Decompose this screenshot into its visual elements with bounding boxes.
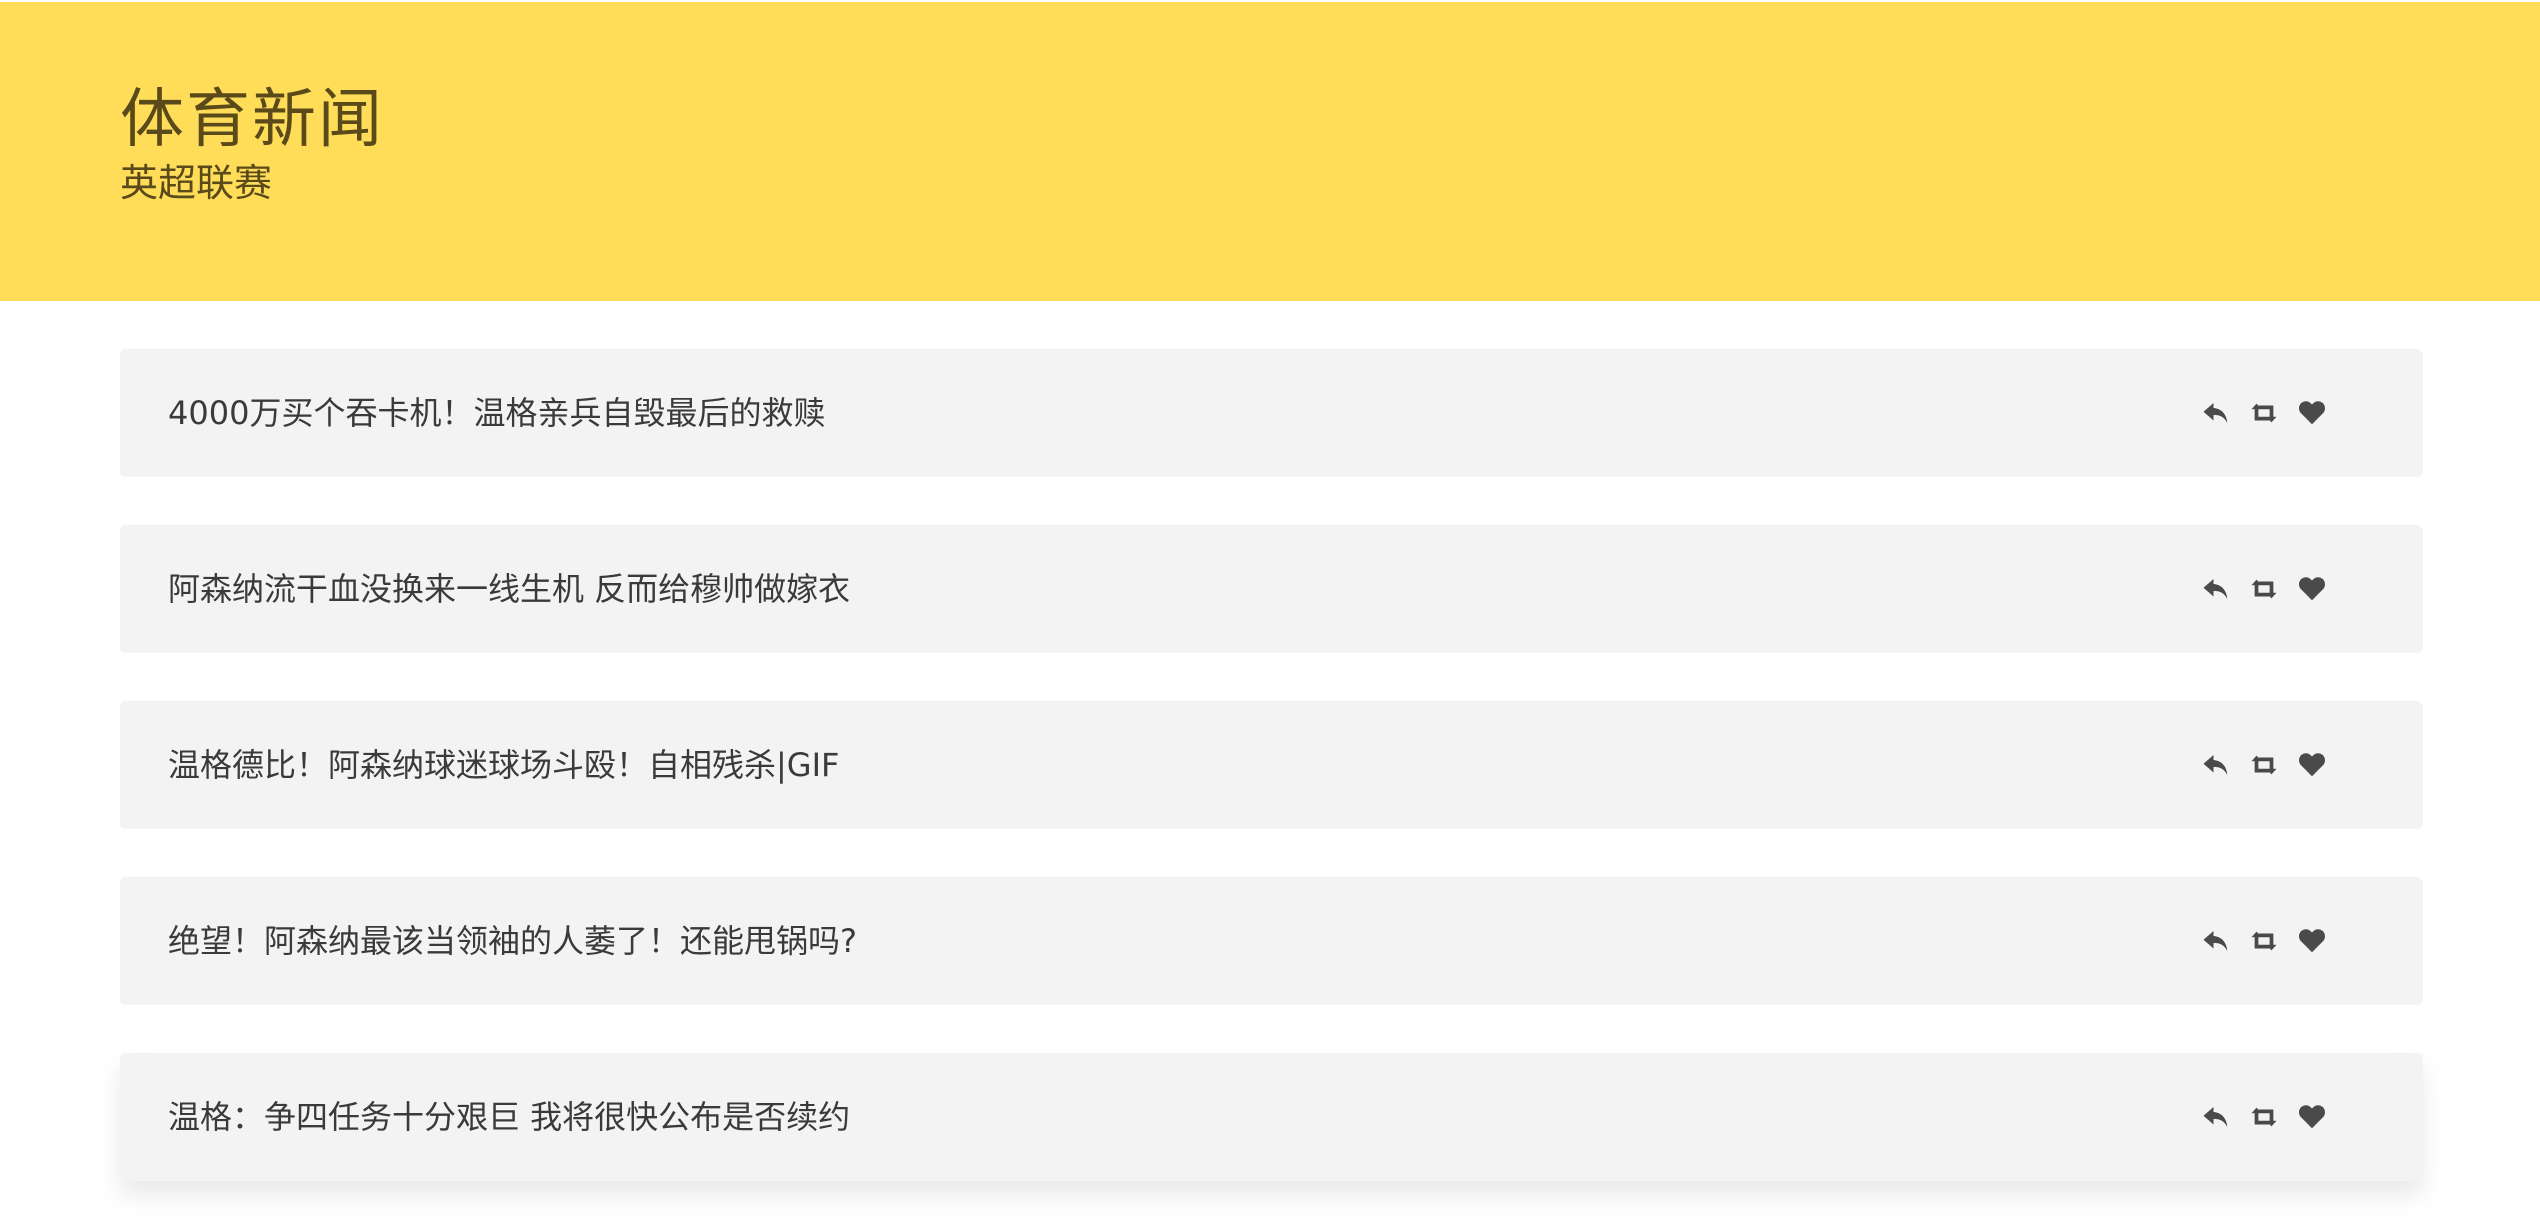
news-item[interactable]: 4000万买个吞卡机！温格亲兵自毁最后的救赎 [120, 349, 2423, 477]
heart-icon[interactable] [2297, 926, 2327, 956]
news-title[interactable]: 温格德比！阿森纳球迷球场斗殴！自相残杀|GIF [168, 701, 839, 829]
retweet-icon[interactable] [2249, 574, 2279, 604]
retweet-icon[interactable] [2249, 398, 2279, 428]
news-title[interactable]: 阿森纳流干血没换来一线生机 反而给穆帅做嫁衣 [168, 525, 850, 653]
retweet-icon[interactable] [2249, 926, 2279, 956]
heart-icon[interactable] [2297, 398, 2327, 428]
retweet-icon[interactable] [2249, 750, 2279, 780]
news-list: 4000万买个吞卡机！温格亲兵自毁最后的救赎 阿森纳流干血没换来一线生机 反而给… [120, 349, 2423, 1229]
news-actions [2201, 1053, 2327, 1181]
page-header: 体育新闻 英超联赛 [0, 2, 2540, 301]
reply-icon[interactable] [2201, 926, 2231, 956]
news-item[interactable]: 温格德比！阿森纳球迷球场斗殴！自相残杀|GIF [120, 701, 2423, 829]
news-item[interactable]: 绝望！阿森纳最该当领袖的人萎了！还能甩锅吗? [120, 877, 2423, 1005]
retweet-icon[interactable] [2249, 1102, 2279, 1132]
news-title[interactable]: 温格：争四任务十分艰巨 我将很快公布是否续约 [168, 1053, 850, 1181]
reply-icon[interactable] [2201, 398, 2231, 428]
news-item[interactable]: 阿森纳流干血没换来一线生机 反而给穆帅做嫁衣 [120, 525, 2423, 653]
news-title[interactable]: 绝望！阿森纳最该当领袖的人萎了！还能甩锅吗? [168, 877, 857, 1005]
news-actions [2201, 701, 2327, 829]
page-subtitle: 英超联赛 [120, 161, 273, 205]
heart-icon[interactable] [2297, 750, 2327, 780]
heart-icon[interactable] [2297, 574, 2327, 604]
news-actions [2201, 349, 2327, 477]
page-title: 体育新闻 [120, 83, 384, 157]
heart-icon[interactable] [2297, 1102, 2327, 1132]
news-title[interactable]: 4000万买个吞卡机！温格亲兵自毁最后的救赎 [168, 349, 825, 477]
news-actions [2201, 877, 2327, 1005]
reply-icon[interactable] [2201, 1102, 2231, 1132]
reply-icon[interactable] [2201, 750, 2231, 780]
news-item[interactable]: 温格：争四任务十分艰巨 我将很快公布是否续约 [120, 1053, 2423, 1181]
news-actions [2201, 525, 2327, 653]
reply-icon[interactable] [2201, 574, 2231, 604]
